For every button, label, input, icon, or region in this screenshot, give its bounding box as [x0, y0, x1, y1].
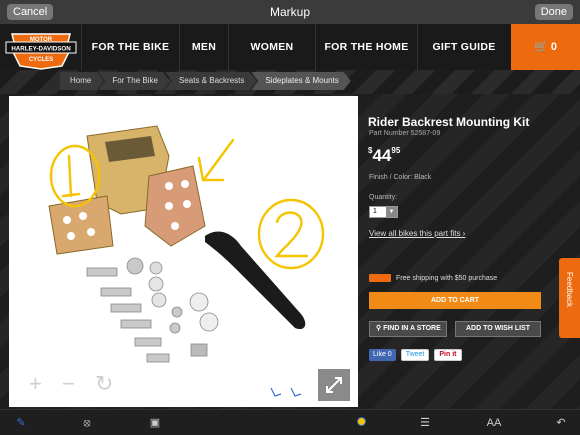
font-size-icon[interactable]: AA	[482, 410, 506, 435]
tweet-button[interactable]: Tweet	[400, 349, 430, 361]
ink-scribble	[270, 387, 302, 397]
pin-it-button[interactable]: Pin it	[434, 349, 462, 361]
nav-item-for-the-home[interactable]: FOR THE HOME	[316, 24, 417, 70]
logo-text-brand: HARLEY-DAVIDSON	[11, 46, 71, 53]
color-dot-icon[interactable]	[350, 410, 372, 435]
harley-davidson-logo[interactable]: MOTOR HARLEY-DAVIDSON CYCLES	[4, 26, 78, 70]
quantity-label: Quantity:	[369, 194, 398, 201]
rotate-icon[interactable]: ↻	[95, 371, 113, 396]
nav-item-gift-guide[interactable]: GIFT GUIDE	[418, 24, 510, 70]
zoom-controls: + − ↻	[29, 371, 113, 397]
product-image-panel[interactable]: + − ↻	[9, 96, 358, 407]
product-title: Rider Backrest Mounting Kit	[368, 115, 530, 129]
annotation-numeral-2	[274, 211, 309, 258]
site-nav: MOTOR HARLEY-DAVIDSON CYCLES FOR THE BIK…	[0, 24, 580, 70]
feedback-tab[interactable]: Feedback	[559, 258, 580, 338]
expand-icon[interactable]	[318, 369, 350, 401]
cart-count: 0	[550, 41, 557, 53]
breadcrumb-for-the-bike[interactable]: For The Bike	[98, 72, 170, 90]
finish-color: Finish / Color: Black	[369, 174, 432, 181]
quantity-select[interactable]: 1 ▼	[369, 206, 398, 218]
logo-text-cycles: CYCLES	[29, 57, 53, 63]
find-in-store-button[interactable]: ⚲ FIND IN A STORE	[369, 321, 447, 337]
social-buttons: Like 0 Tweet Pin it	[369, 349, 462, 361]
markup-title: Markup	[269, 5, 310, 19]
breadcrumb-band: Home For The Bike Seats & Backrests Side…	[0, 70, 580, 94]
nav-item-for-the-bike[interactable]: FOR THE BIKE	[82, 24, 179, 70]
text-box-icon[interactable]: ▣	[144, 410, 166, 435]
quantity-value: 1	[373, 208, 377, 215]
feedback-label: Feedback	[565, 272, 574, 308]
annotation-circle-2	[257, 198, 325, 270]
price-cents: 95	[391, 146, 401, 155]
breadcrumb-seats-backrests[interactable]: Seats & Backrests	[165, 72, 256, 90]
chevron-down-icon: ▼	[386, 207, 397, 217]
annotation-circle-1	[49, 144, 101, 208]
breadcrumb-sideplates-mounts[interactable]: Sideplates & Mounts	[251, 72, 350, 90]
markup-toolbar: ✎ ⦻ ▣ ☰ AA ↶	[0, 409, 580, 435]
pen-icon[interactable]: ✎	[10, 410, 32, 435]
hardware-parts	[86, 257, 219, 363]
nav-item-men[interactable]: MEN	[180, 24, 228, 70]
breadcrumb-home[interactable]: Home	[60, 72, 103, 90]
shipping-info: Free shipping with $50 purchase	[369, 274, 497, 282]
zoom-in-icon[interactable]: +	[29, 371, 42, 396]
undo-icon[interactable]: ↶	[550, 410, 572, 435]
shipping-text: Free shipping with $50 purchase	[396, 274, 498, 282]
view-all-bikes-link[interactable]: View all bikes this part fits ›	[369, 229, 465, 238]
cart-button[interactable]: 🛒 0	[511, 24, 580, 70]
done-button[interactable]: Done	[534, 4, 573, 20]
black-strap-part	[205, 231, 306, 330]
cart-icon: 🛒	[534, 41, 548, 53]
truck-icon	[369, 274, 391, 282]
annotation-numeral-1	[61, 154, 81, 198]
product-price: $4495	[368, 146, 400, 166]
add-to-cart-button[interactable]: ADD TO CART	[369, 292, 541, 309]
add-to-wish-list-button[interactable]: ADD TO WISH LIST	[455, 321, 541, 337]
price-dollars: 44	[372, 146, 392, 165]
product-image	[48, 125, 325, 397]
breadcrumb: Home For The Bike Seats & Backrests Side…	[60, 72, 346, 90]
facebook-like-button[interactable]: Like 0	[369, 349, 396, 361]
annotation-arrow	[197, 138, 235, 182]
markup-window: Cancel Markup Done MOTOR HARLEY-DAVIDSON…	[0, 0, 580, 435]
shapes-icon[interactable]: ⦻	[76, 410, 98, 435]
part-number: Part Number 52587-09	[369, 130, 441, 137]
logo-text-motor: MOTOR	[30, 37, 53, 43]
zoom-out-icon[interactable]: −	[62, 371, 75, 396]
view-all-label: View all bikes this part fits	[369, 229, 461, 238]
find-store-label: FIND IN A STORE	[383, 325, 441, 332]
line-width-icon[interactable]: ☰	[414, 410, 436, 435]
markup-top-bar: Cancel Markup Done	[0, 0, 580, 24]
nav-item-women[interactable]: WOMEN	[229, 24, 315, 70]
